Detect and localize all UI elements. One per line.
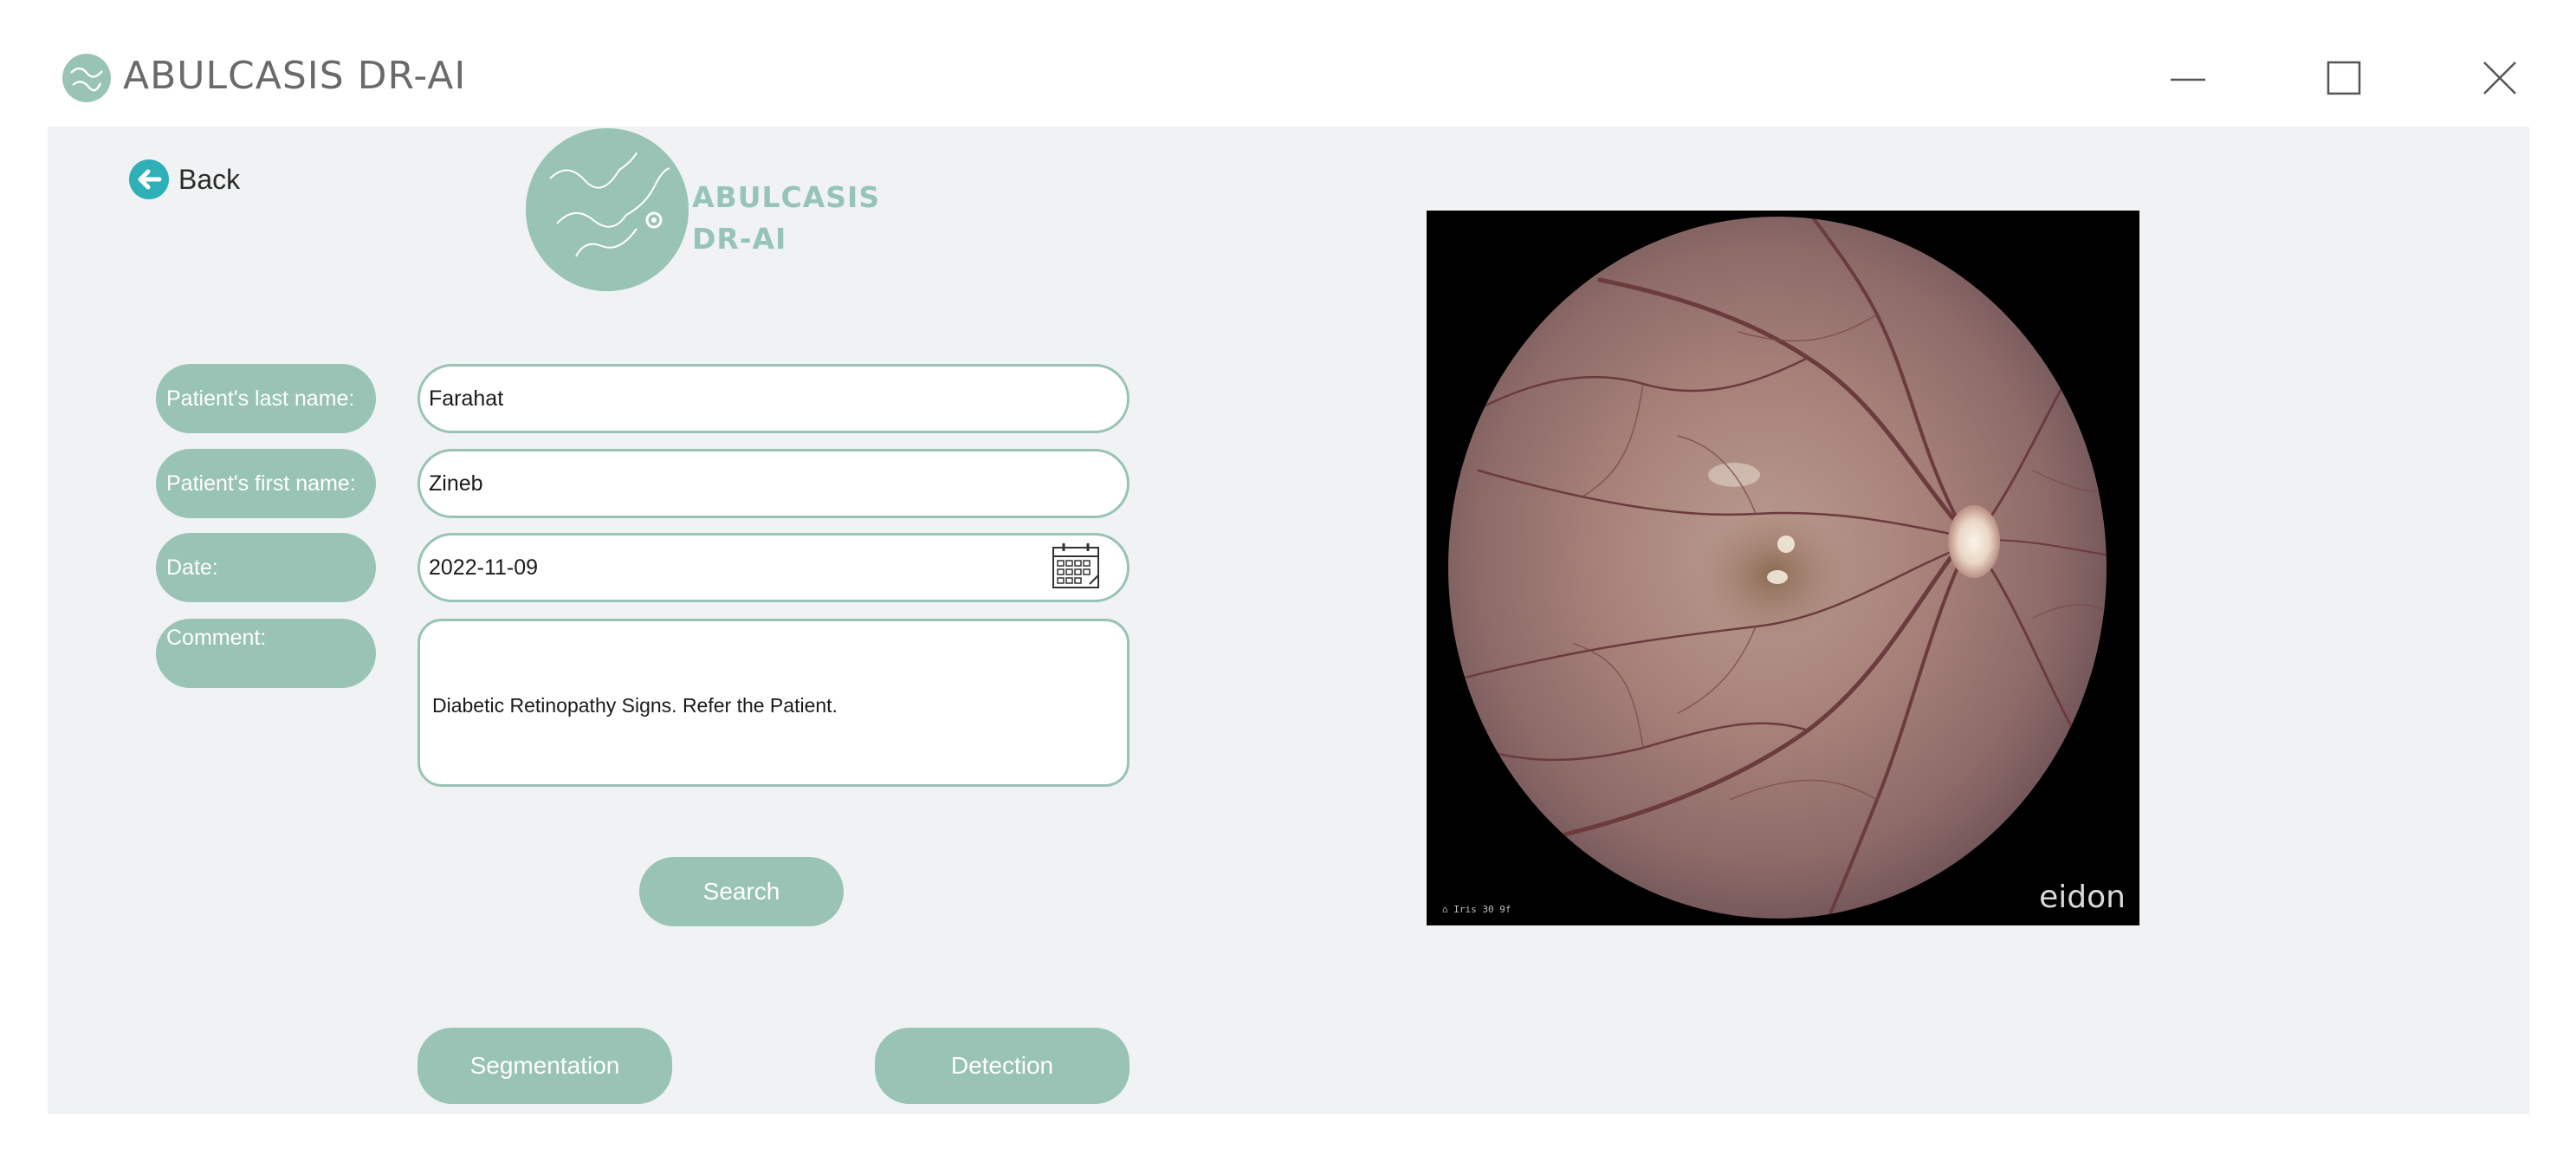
close-icon[interactable] xyxy=(2474,52,2526,104)
logo-text: ABULCASIS DR-AI xyxy=(692,177,880,260)
retina-illustration xyxy=(1448,217,2107,919)
search-button[interactable]: Search xyxy=(639,857,844,926)
image-corner-note: ⌂ Iris 30 9f xyxy=(1442,904,1511,915)
last-name-label: Patient's last name: xyxy=(156,364,376,433)
title-bar: ABULCASIS DR-AI xyxy=(0,0,2576,130)
detection-button[interactable]: Detection xyxy=(875,1028,1129,1104)
fundus-image: ⌂ Iris 30 9f eidon xyxy=(1427,211,2139,925)
back-button[interactable]: Back xyxy=(128,158,240,201)
main-panel: Back ABULCASIS DR-AI Patient's last name… xyxy=(48,127,2529,1114)
first-name-label: Patient's first name: xyxy=(156,449,376,518)
app-logo-icon xyxy=(62,54,111,102)
comment-label: Comment: xyxy=(156,619,376,688)
first-name-input[interactable]: Zineb xyxy=(417,449,1129,518)
date-label: Date: xyxy=(156,533,376,602)
window-title: ABULCASIS DR-AI xyxy=(123,54,467,98)
last-name-input[interactable]: Farahat xyxy=(417,364,1129,433)
back-label: Back xyxy=(178,163,241,195)
maximize-icon[interactable] xyxy=(2318,52,2370,104)
minimize-icon[interactable] xyxy=(2162,52,2214,104)
image-brand-label: eidon xyxy=(2039,880,2126,915)
comment-textarea[interactable]: Diabetic Retinopathy Signs. Refer the Pa… xyxy=(417,619,1129,787)
date-input[interactable]: 2022-11-09 xyxy=(417,533,1129,602)
app-logo xyxy=(526,128,689,291)
calendar-icon[interactable] xyxy=(1050,541,1102,593)
logo-line-1: ABULCASIS xyxy=(692,180,881,214)
segmentation-button[interactable]: Segmentation xyxy=(417,1028,672,1104)
back-arrow-icon xyxy=(129,159,169,199)
logo-line-2: DR-AI xyxy=(692,222,787,256)
